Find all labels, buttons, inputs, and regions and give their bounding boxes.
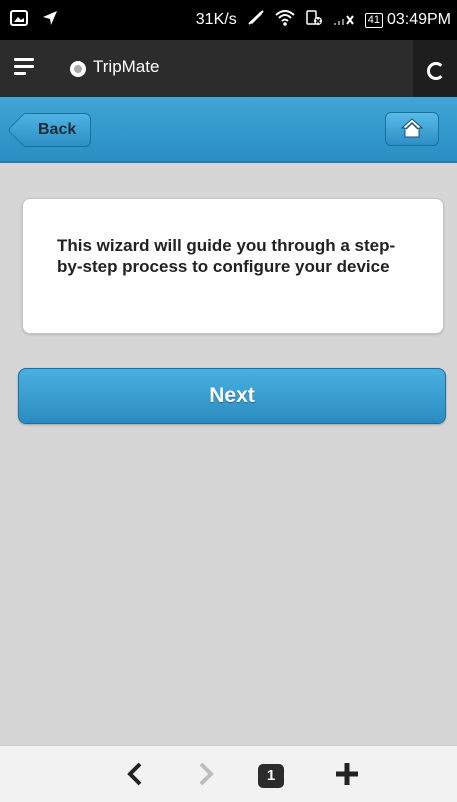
menu-icon[interactable]: [14, 54, 34, 80]
home-icon: [401, 118, 423, 138]
browser-toolbar: TripMate: [0, 40, 457, 97]
plus-icon: [336, 763, 358, 785]
next-button[interactable]: Next: [18, 368, 446, 424]
muted-icon: [247, 9, 265, 31]
wifi-icon: [275, 9, 295, 31]
chevron-right-icon: [199, 762, 214, 786]
back-button[interactable]: Back: [24, 113, 92, 147]
network-speed: 31K/s: [195, 11, 237, 28]
battery-indicator: 41: [364, 12, 383, 28]
signal-icon: [333, 10, 355, 31]
browser-bottom-nav: 1: [0, 745, 457, 802]
wizard-description: This wizard will guide you through a ste…: [57, 236, 396, 276]
chevron-left-icon: [127, 762, 142, 786]
home-button[interactable]: [385, 112, 439, 146]
browser-forward-button[interactable]: [190, 746, 240, 802]
image-notification-icon: [10, 9, 28, 31]
tab-count: 1: [258, 764, 284, 788]
clock: 03:49PM: [386, 11, 451, 28]
back-button-label: Back: [38, 121, 77, 138]
new-tab-button[interactable]: [332, 746, 382, 802]
browser-back-button[interactable]: [117, 746, 167, 802]
refresh-icon[interactable]: [413, 40, 457, 97]
wizard-info-card: This wizard will guide you through a ste…: [22, 198, 444, 334]
status-bar: 31K/s 41 03:49PM: [0, 0, 457, 40]
sim-blocked-icon: [305, 9, 323, 31]
tabs-button[interactable]: 1: [256, 746, 306, 802]
location-icon: [42, 10, 58, 31]
site-favicon-icon: [70, 61, 86, 77]
app-header: Back: [0, 97, 457, 163]
site-title[interactable]: TripMate: [93, 57, 159, 77]
